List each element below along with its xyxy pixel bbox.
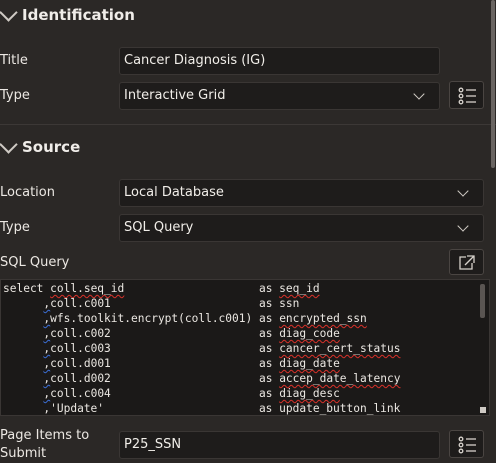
page-items-input[interactable]: P25_SSN — [119, 431, 440, 459]
title-input[interactable]: Cancer Diagnosis (IG) — [119, 47, 440, 75]
expand-editor-button[interactable] — [449, 249, 484, 275]
editor-scrollbar[interactable] — [480, 284, 485, 318]
title-label: Title — [0, 53, 28, 68]
source-type-label: Type — [0, 220, 30, 235]
location-select-value: Local Database — [124, 185, 224, 200]
code-line: ,coll.d002 as accep_date_latency — [43, 372, 401, 385]
type-select[interactable]: Interactive Grid — [119, 82, 440, 110]
source-type-select[interactable]: SQL Query — [119, 214, 484, 242]
code-line: select coll.seq_id as seq_id — [3, 282, 320, 295]
list-button[interactable] — [449, 81, 484, 109]
collapse-identification-icon[interactable] — [0, 3, 18, 22]
identification-header[interactable]: Identification — [22, 6, 135, 24]
code-line: ,'Update' as update_button_link — [3, 402, 401, 415]
sql-query-label: SQL Query — [0, 255, 70, 270]
page-scrollbar[interactable] — [491, 0, 495, 168]
code-line: ,coll.c002 as diag_code — [43, 327, 340, 340]
resize-handle-icon[interactable] — [480, 407, 486, 413]
chevron-down-icon — [457, 220, 469, 232]
page-items-label-line1: Page Items to — [0, 428, 90, 443]
code-line: ,wfs.toolkit.encrypt(coll.c001) as encry… — [43, 312, 367, 325]
list-icon — [458, 436, 476, 454]
type-select-value: Interactive Grid — [124, 88, 226, 103]
code-line: ,coll.c004 as diag_desc — [43, 387, 340, 400]
sql-code-editor[interactable]: select coll.seq_id as seq_id ,coll.c001 … — [0, 279, 490, 416]
chevron-down-icon — [457, 185, 469, 197]
section-divider — [0, 124, 496, 125]
collapse-source-icon[interactable] — [0, 135, 18, 154]
source-header[interactable]: Source — [22, 138, 80, 156]
page-items-list-button[interactable] — [449, 430, 484, 458]
page-items-label-line2: Submit — [0, 446, 47, 461]
type-label: Type — [0, 88, 30, 103]
list-icon — [458, 87, 476, 105]
expand-icon — [459, 255, 475, 270]
location-label: Location — [0, 185, 55, 200]
chevron-down-icon — [413, 88, 425, 100]
code-line: ,coll.c003 as cancer_cert_status — [43, 342, 401, 355]
location-select[interactable]: Local Database — [119, 179, 484, 207]
source-type-select-value: SQL Query — [124, 220, 194, 235]
code-line: ,coll.c001 as ssn — [43, 297, 300, 310]
code-line: ,coll.d001 as diag_date — [43, 357, 340, 370]
